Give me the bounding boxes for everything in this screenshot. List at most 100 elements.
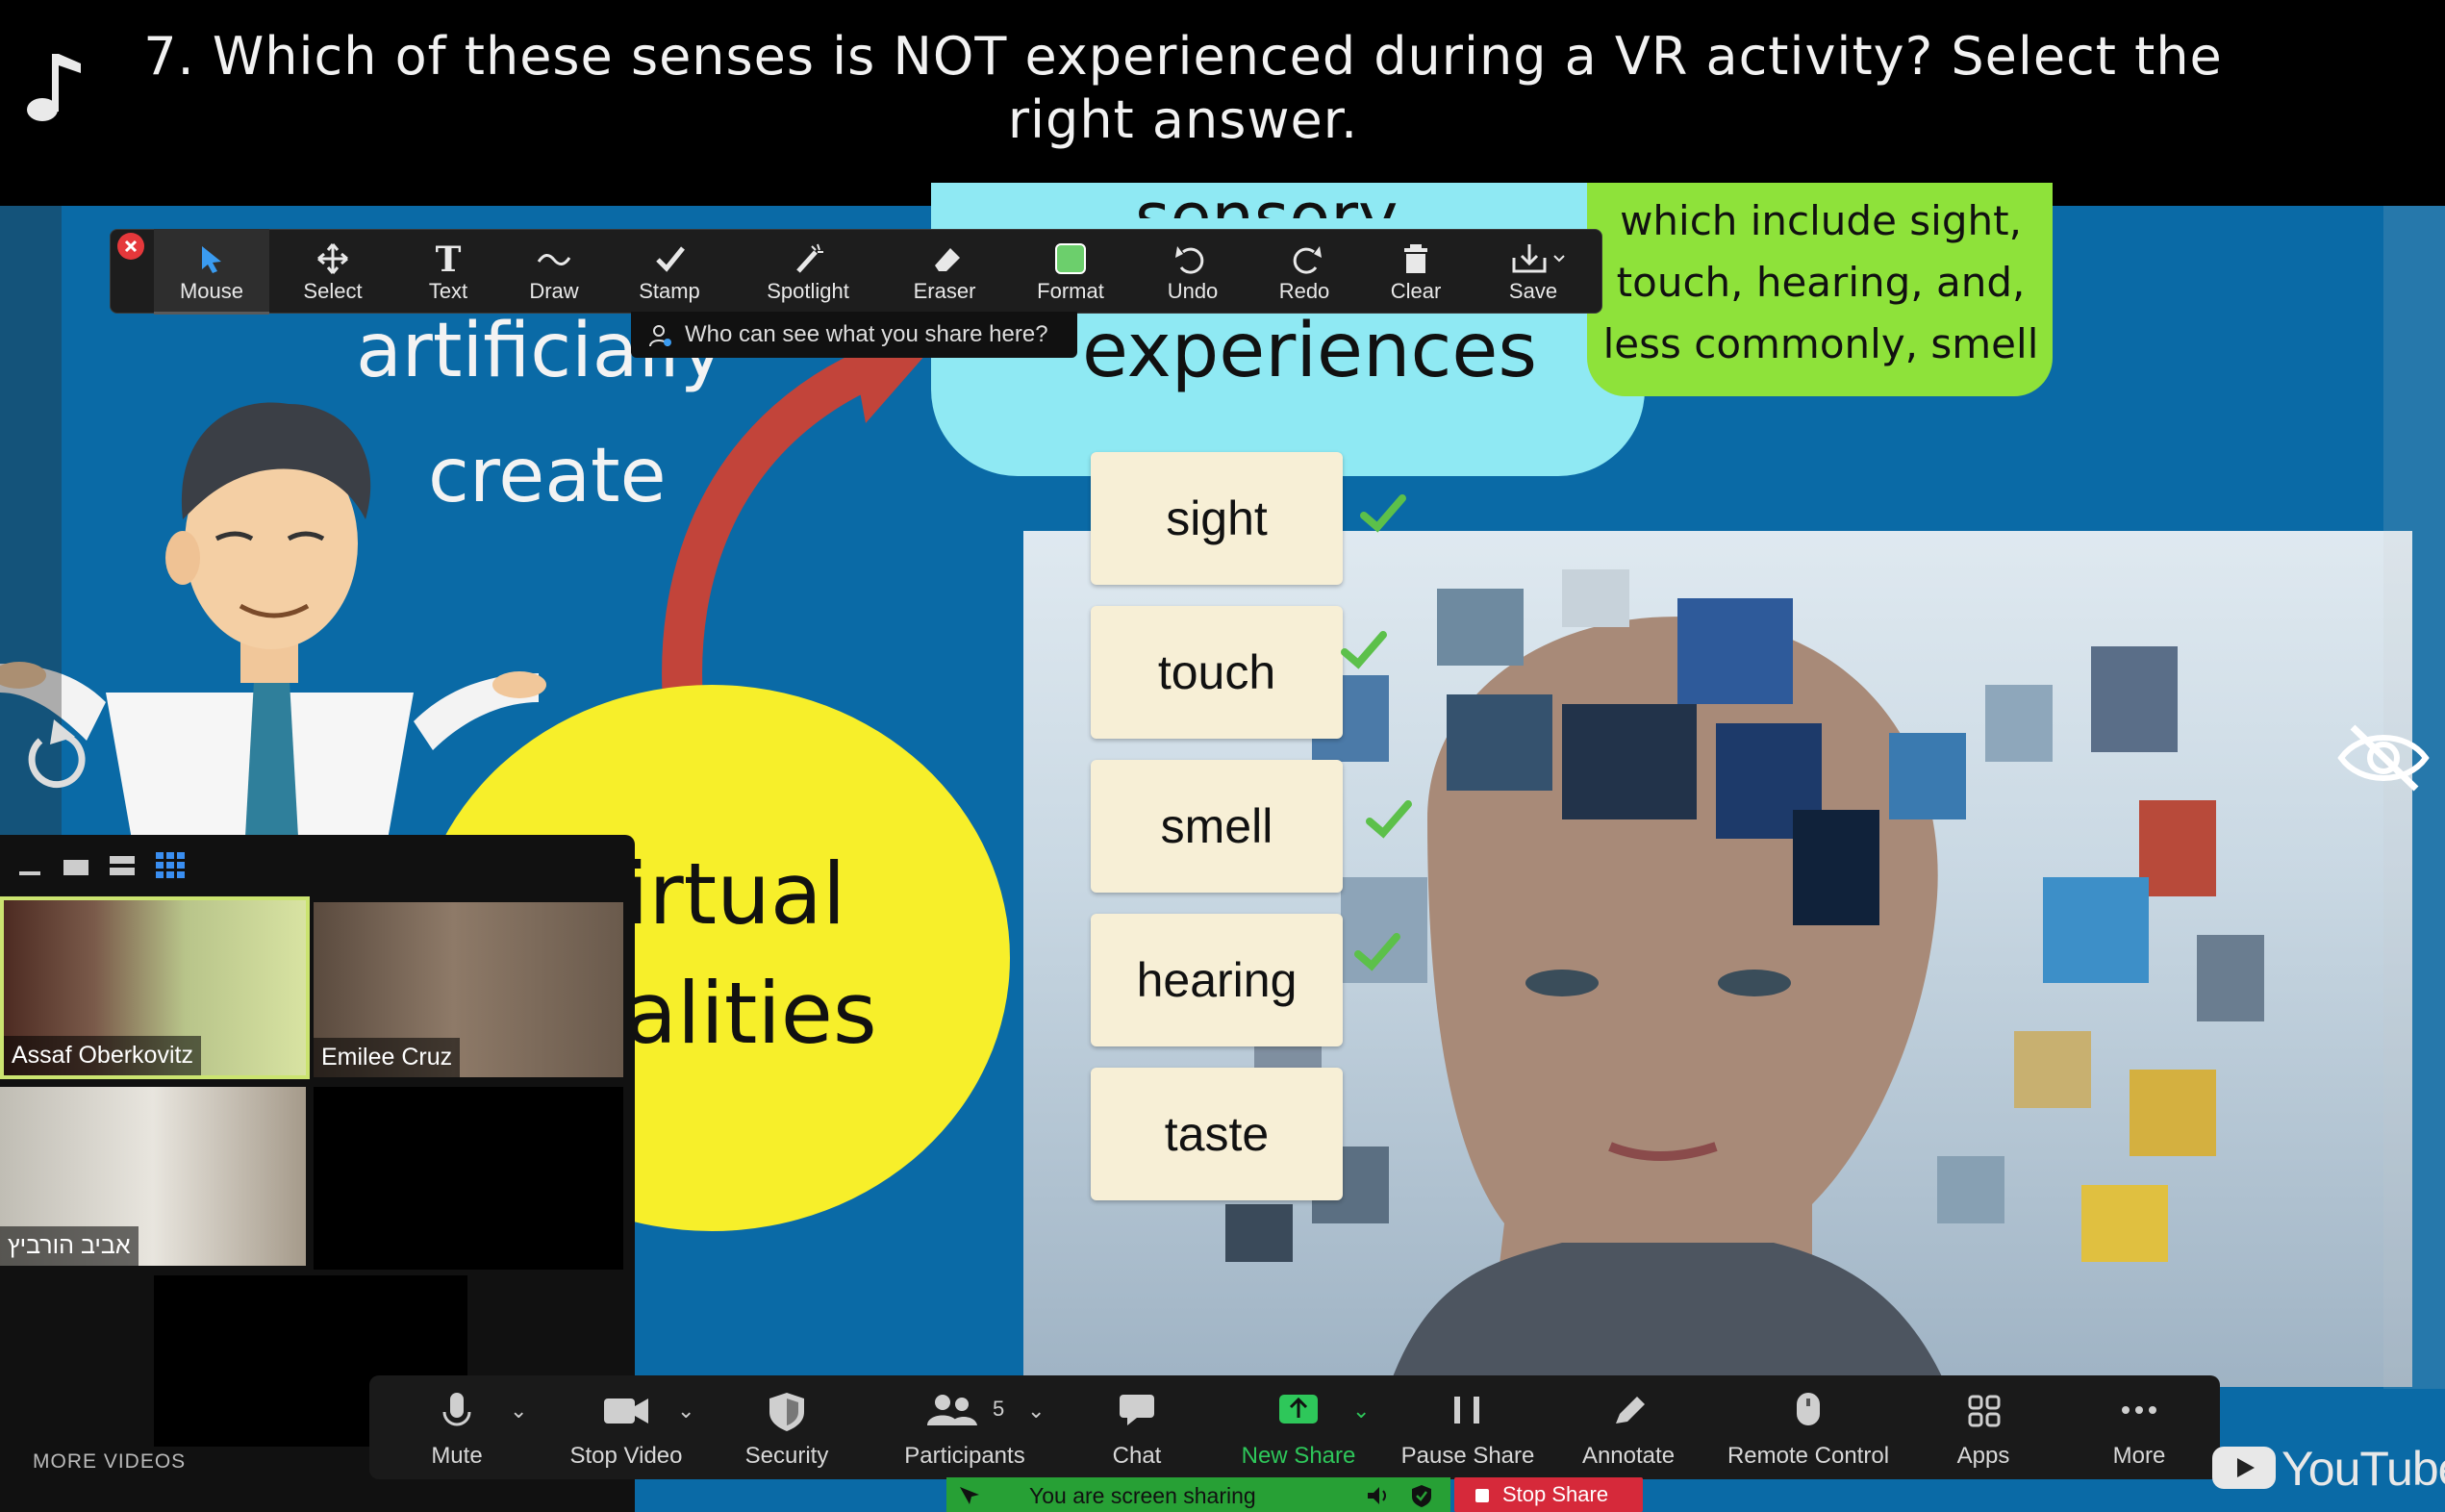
mute-label: Mute bbox=[431, 1443, 483, 1469]
eye-hidden-icon[interactable] bbox=[2335, 719, 2432, 796]
tool-stamp[interactable]: Stamp bbox=[621, 229, 718, 312]
checkmark-icon bbox=[1360, 494, 1406, 533]
virtual-text: irtual bbox=[625, 844, 846, 944]
participants-label: Participants bbox=[904, 1443, 1025, 1469]
speaker-view-icon[interactable] bbox=[63, 860, 88, 875]
tool-save[interactable]: Save bbox=[1485, 229, 1581, 312]
video-tile-aviv[interactable]: אביב הורביץ bbox=[0, 1087, 306, 1266]
tool-redo[interactable]: Redo bbox=[1262, 229, 1347, 312]
tool-text[interactable]: T Text bbox=[410, 229, 487, 312]
answer-card-taste[interactable]: taste bbox=[1091, 1068, 1343, 1200]
video-tile-assaf[interactable]: Assaf Oberkovitz bbox=[0, 896, 310, 1079]
mute-options-caret[interactable]: ⌄ bbox=[510, 1399, 527, 1424]
microphone-icon bbox=[442, 1393, 471, 1426]
tool-draw[interactable]: Draw bbox=[516, 229, 592, 312]
shield-check-icon[interactable] bbox=[1410, 1483, 1433, 1508]
tool-label: Format bbox=[1037, 279, 1104, 303]
color-swatch-icon bbox=[1055, 243, 1086, 274]
svg-text:T: T bbox=[436, 239, 462, 279]
pencil-icon bbox=[1616, 1397, 1645, 1424]
move-icon bbox=[317, 243, 348, 274]
share-screen-icon bbox=[1279, 1395, 1318, 1424]
tool-clear[interactable]: Clear bbox=[1374, 229, 1458, 312]
tool-label: Mouse bbox=[179, 279, 244, 303]
security-label: Security bbox=[744, 1443, 829, 1469]
answer-card-smell[interactable]: smell bbox=[1091, 760, 1343, 893]
save-icon bbox=[1512, 244, 1565, 273]
stop-video-label: Stop Video bbox=[569, 1443, 683, 1469]
remote-control-button[interactable]: Remote Control bbox=[1714, 1381, 1903, 1477]
rewind-icon[interactable] bbox=[17, 712, 94, 798]
question-title: 7. Which of these senses is NOT experien… bbox=[143, 26, 2223, 150]
youtube-wordmark: YouTube bbox=[2281, 1442, 2445, 1496]
remote-control-label: Remote Control bbox=[1727, 1443, 1890, 1469]
participants-button[interactable]: Participants bbox=[883, 1381, 1046, 1477]
answer-card-touch[interactable]: touch bbox=[1091, 606, 1343, 739]
pause-share-button[interactable]: Pause Share bbox=[1391, 1381, 1545, 1477]
tool-label: Save bbox=[1508, 279, 1558, 303]
drag-handle-icon[interactable] bbox=[956, 1483, 985, 1508]
chat-bubble-icon bbox=[1120, 1395, 1154, 1425]
tool-label: Select bbox=[303, 279, 363, 303]
more-videos-link[interactable]: MORE VIDEOS bbox=[33, 1450, 186, 1474]
youtube-logo[interactable]: YouTube bbox=[2210, 1435, 2445, 1497]
pause-icon bbox=[1454, 1397, 1479, 1424]
participants-icon bbox=[927, 1395, 977, 1425]
apps-label: Apps bbox=[1956, 1443, 2010, 1469]
youtube-play-icon bbox=[2212, 1447, 2276, 1489]
tool-spotlight[interactable]: Spotlight bbox=[750, 229, 866, 312]
annotate-button[interactable]: Annotate bbox=[1566, 1381, 1691, 1477]
participants-options-caret[interactable]: ⌄ bbox=[1027, 1399, 1045, 1424]
undo-icon bbox=[1175, 246, 1204, 274]
arrow-cursor-icon bbox=[202, 246, 221, 273]
tool-label: Text bbox=[428, 279, 468, 303]
participant-name: Assaf Oberkovitz bbox=[4, 1036, 201, 1075]
checkmark-icon bbox=[656, 246, 685, 272]
tool-eraser[interactable]: Eraser bbox=[896, 229, 993, 312]
more-dots-icon bbox=[2122, 1406, 2156, 1414]
redo-icon bbox=[1293, 246, 1322, 274]
participants-count: 5 bbox=[993, 1397, 1005, 1421]
person-icon bbox=[649, 325, 671, 347]
apps-button[interactable]: Apps bbox=[1935, 1381, 2031, 1477]
more-label: More bbox=[2112, 1443, 2166, 1469]
video-options-caret[interactable]: ⌄ bbox=[677, 1399, 694, 1424]
close-icon bbox=[124, 239, 138, 253]
new-share-button[interactable]: New Share bbox=[1231, 1381, 1366, 1477]
mouse-icon bbox=[1797, 1393, 1820, 1425]
tool-label: Spotlight bbox=[767, 279, 849, 303]
tool-mouse[interactable]: Mouse bbox=[154, 229, 269, 315]
share-options-caret[interactable]: ⌄ bbox=[1352, 1399, 1370, 1424]
mute-button[interactable]: Mute bbox=[404, 1381, 510, 1477]
experiences-heading: experiences bbox=[1082, 308, 1537, 394]
stop-video-button[interactable]: Stop Video bbox=[554, 1381, 698, 1477]
video-tile-emilee[interactable]: Emilee Cruz bbox=[314, 902, 623, 1077]
who-can-see-banner[interactable]: Who can see what you share here? bbox=[631, 312, 1077, 358]
who-can-see-text: Who can see what you share here? bbox=[685, 321, 1048, 347]
sensory-heading: sensory bbox=[1135, 178, 1399, 218]
security-button[interactable]: Security bbox=[729, 1381, 844, 1477]
participant-name: אביב הורביץ bbox=[0, 1226, 139, 1266]
gallery-view-icon[interactable] bbox=[156, 852, 185, 879]
tool-label: Clear bbox=[1390, 279, 1442, 303]
chat-label: Chat bbox=[1112, 1443, 1162, 1469]
trash-icon bbox=[1404, 244, 1427, 273]
chat-button[interactable]: Chat bbox=[1089, 1381, 1185, 1477]
slide-right-edge bbox=[2383, 206, 2445, 1389]
answer-card-sight[interactable]: sight bbox=[1091, 452, 1343, 585]
text-icon: T bbox=[436, 239, 462, 279]
strip-view-icon[interactable] bbox=[110, 856, 135, 875]
tool-label: Draw bbox=[529, 279, 579, 303]
squiggle-icon bbox=[537, 254, 571, 265]
apps-icon bbox=[1968, 1395, 2001, 1427]
tool-undo[interactable]: Undo bbox=[1150, 229, 1235, 312]
answer-card-hearing[interactable]: hearing bbox=[1091, 914, 1343, 1046]
tool-label: Eraser bbox=[913, 279, 976, 303]
speaker-icon[interactable] bbox=[1366, 1485, 1391, 1506]
more-button[interactable]: More bbox=[2091, 1381, 2187, 1477]
magic-wand-icon bbox=[796, 243, 823, 273]
tool-select[interactable]: Select bbox=[285, 229, 381, 312]
minimize-icon[interactable] bbox=[19, 871, 40, 875]
tool-format[interactable]: Format bbox=[1025, 229, 1116, 312]
close-toolbar-button[interactable] bbox=[117, 233, 144, 260]
